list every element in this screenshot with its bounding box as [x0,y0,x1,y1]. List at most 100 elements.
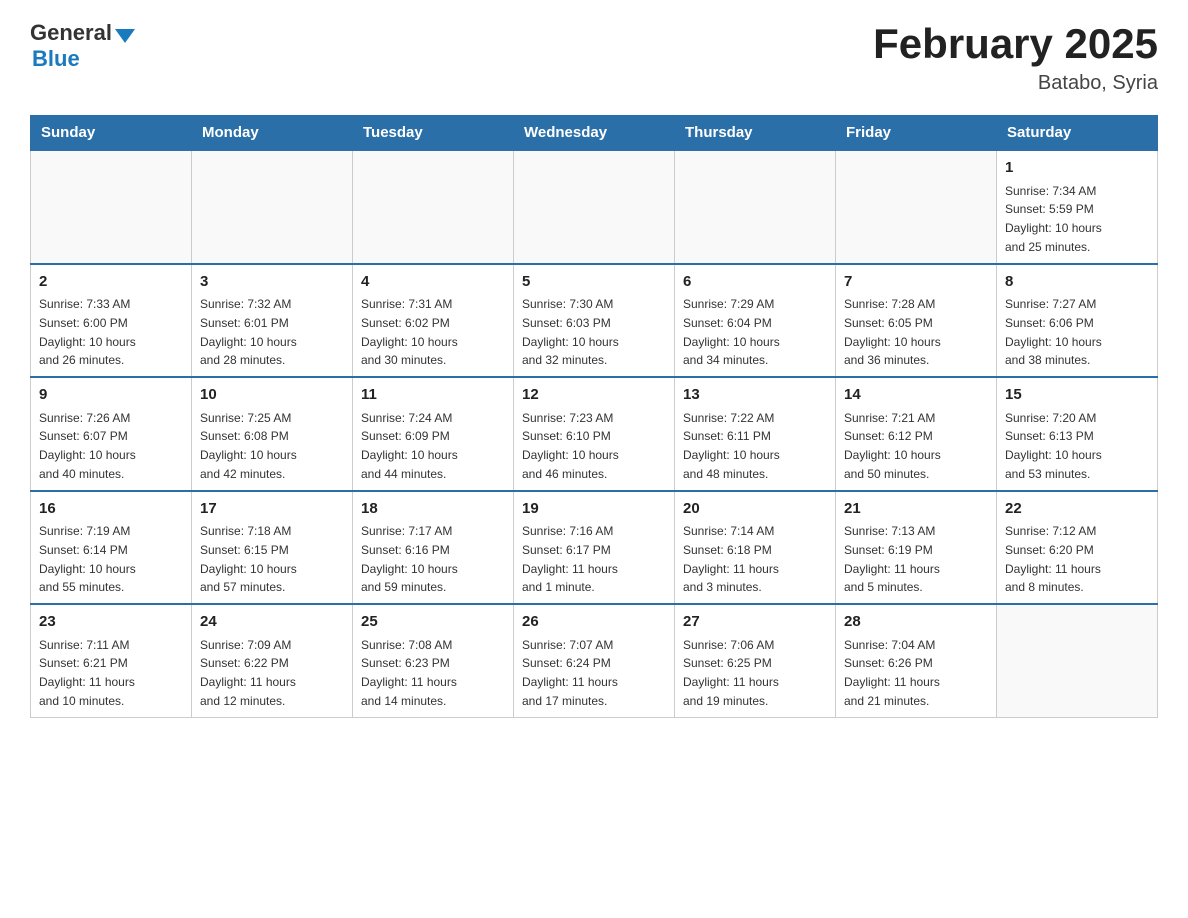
day-info: Sunrise: 7:11 AM Sunset: 6:21 PM Dayligh… [39,638,135,708]
calendar-day-cell: 22Sunrise: 7:12 AM Sunset: 6:20 PM Dayli… [997,491,1158,605]
day-info: Sunrise: 7:31 AM Sunset: 6:02 PM Dayligh… [361,297,458,367]
calendar-day-cell [836,150,997,264]
day-of-week-header: Friday [836,116,997,151]
calendar-day-cell [514,150,675,264]
day-info: Sunrise: 7:16 AM Sunset: 6:17 PM Dayligh… [522,524,618,594]
logo: General Blue [30,20,135,72]
day-info: Sunrise: 7:04 AM Sunset: 6:26 PM Dayligh… [844,638,940,708]
day-number: 26 [522,611,666,634]
calendar-day-cell: 17 Sunrise: 7:18 AM Sunset: 6:15 PM Dayli… [192,491,353,605]
day-info: Sunrise: 7:09 AM Sunset: 6:22 PM Dayligh… [200,638,296,708]
calendar-table: SundayMondayTuesdayWednesdayThursdayFrid… [30,115,1158,718]
day-number: 1 [1005,157,1149,180]
day-of-week-header: Wednesday [514,116,675,151]
day-number: 18 [361,498,505,521]
day-number: 20 [683,498,827,521]
logo-blue-text: Blue [32,46,80,72]
day-of-week-header: Thursday [675,116,836,151]
day-info: Sunrise: 7:17 AM Sunset: 6:16 PM Dayligh… [361,524,458,594]
day-info: Sunrise: 7:24 AM Sunset: 6:09 PM Dayligh… [361,411,458,481]
day-number: 8 [1005,271,1149,294]
calendar-day-cell [353,150,514,264]
day-number: 11 [361,384,505,407]
calendar-subtitle: Batabo, Syria [873,72,1158,95]
calendar-day-cell: 10 Sunrise: 7:25 AM Sunset: 6:08 PM Dayli… [192,377,353,491]
day-info: Sunrise: 7:14 AM Sunset: 6:18 PM Dayligh… [683,524,779,594]
calendar-day-cell: 12Sunrise: 7:23 AM Sunset: 6:10 PM Dayli… [514,377,675,491]
calendar-week-row: 9 Sunrise: 7:26 AM Sunset: 6:07 PM Daylig… [31,377,1158,491]
day-number: 2 [39,271,183,294]
day-info: Sunrise: 7:08 AM Sunset: 6:23 PM Dayligh… [361,638,457,708]
day-number: 9 [39,384,183,407]
day-number: 7 [844,271,988,294]
day-number: 10 [200,384,344,407]
logo-triangle-icon [115,29,135,43]
day-info: Sunrise: 7:29 AM Sunset: 6:04 PM Dayligh… [683,297,780,367]
calendar-day-cell: 4Sunrise: 7:31 AM Sunset: 6:02 PM Daylig… [353,264,514,378]
calendar-day-cell: 8 Sunrise: 7:27 AM Sunset: 6:06 PM Daylig… [997,264,1158,378]
logo-general-text: General [30,20,112,46]
calendar-day-cell: 1Sunrise: 7:34 AM Sunset: 5:59 PM Daylig… [997,150,1158,264]
calendar-day-cell: 11 Sunrise: 7:24 AM Sunset: 6:09 PM Dayli… [353,377,514,491]
page-header: General Blue February 2025 Batabo, Syria [30,20,1158,95]
calendar-day-cell: 25 Sunrise: 7:08 AM Sunset: 6:23 PM Dayli… [353,604,514,717]
calendar-day-cell: 21 Sunrise: 7:13 AM Sunset: 6:19 PM Dayli… [836,491,997,605]
calendar-day-cell: 20 Sunrise: 7:14 AM Sunset: 6:18 PM Dayli… [675,491,836,605]
day-info: Sunrise: 7:06 AM Sunset: 6:25 PM Dayligh… [683,638,779,708]
day-number: 23 [39,611,183,634]
day-number: 21 [844,498,988,521]
calendar-day-cell: 18 Sunrise: 7:17 AM Sunset: 6:16 PM Dayli… [353,491,514,605]
day-number: 5 [522,271,666,294]
calendar-title: February 2025 [873,20,1158,68]
calendar-day-cell: 7 Sunrise: 7:28 AM Sunset: 6:05 PM Daylig… [836,264,997,378]
calendar-day-cell: 2 Sunrise: 7:33 AM Sunset: 6:00 PM Daylig… [31,264,192,378]
day-info: Sunrise: 7:33 AM Sunset: 6:00 PM Dayligh… [39,297,136,367]
calendar-day-cell [675,150,836,264]
calendar-day-cell: 9 Sunrise: 7:26 AM Sunset: 6:07 PM Daylig… [31,377,192,491]
day-info: Sunrise: 7:21 AM Sunset: 6:12 PM Dayligh… [844,411,941,481]
calendar-day-cell: 23 Sunrise: 7:11 AM Sunset: 6:21 PM Dayli… [31,604,192,717]
day-info: Sunrise: 7:30 AM Sunset: 6:03 PM Dayligh… [522,297,619,367]
day-number: 28 [844,611,988,634]
calendar-day-cell: 27Sunrise: 7:06 AM Sunset: 6:25 PM Dayli… [675,604,836,717]
day-info: Sunrise: 7:25 AM Sunset: 6:08 PM Dayligh… [200,411,297,481]
calendar-week-row: 16 Sunrise: 7:19 AM Sunset: 6:14 PM Dayli… [31,491,1158,605]
day-info: Sunrise: 7:07 AM Sunset: 6:24 PM Dayligh… [522,638,618,708]
day-info: Sunrise: 7:26 AM Sunset: 6:07 PM Dayligh… [39,411,136,481]
calendar-day-cell [31,150,192,264]
calendar-day-cell: 13 Sunrise: 7:22 AM Sunset: 6:11 PM Dayli… [675,377,836,491]
day-of-week-header: Tuesday [353,116,514,151]
day-number: 17 [200,498,344,521]
day-info: Sunrise: 7:32 AM Sunset: 6:01 PM Dayligh… [200,297,297,367]
day-of-week-header: Monday [192,116,353,151]
day-info: Sunrise: 7:28 AM Sunset: 6:05 PM Dayligh… [844,297,941,367]
calendar-day-cell: 26 Sunrise: 7:07 AM Sunset: 6:24 PM Dayli… [514,604,675,717]
day-info: Sunrise: 7:18 AM Sunset: 6:15 PM Dayligh… [200,524,297,594]
calendar-day-cell: 19Sunrise: 7:16 AM Sunset: 6:17 PM Dayli… [514,491,675,605]
day-info: Sunrise: 7:13 AM Sunset: 6:19 PM Dayligh… [844,524,940,594]
day-number: 14 [844,384,988,407]
calendar-day-cell: 3 Sunrise: 7:32 AM Sunset: 6:01 PM Daylig… [192,264,353,378]
day-info: Sunrise: 7:27 AM Sunset: 6:06 PM Dayligh… [1005,297,1102,367]
day-number: 15 [1005,384,1149,407]
calendar-week-row: 1Sunrise: 7:34 AM Sunset: 5:59 PM Daylig… [31,150,1158,264]
day-number: 6 [683,271,827,294]
day-number: 24 [200,611,344,634]
day-number: 25 [361,611,505,634]
day-info: Sunrise: 7:20 AM Sunset: 6:13 PM Dayligh… [1005,411,1102,481]
day-number: 3 [200,271,344,294]
calendar-day-cell: 28 Sunrise: 7:04 AM Sunset: 6:26 PM Dayli… [836,604,997,717]
calendar-day-cell: 24 Sunrise: 7:09 AM Sunset: 6:22 PM Dayli… [192,604,353,717]
calendar-day-cell [192,150,353,264]
day-number: 16 [39,498,183,521]
day-info: Sunrise: 7:23 AM Sunset: 6:10 PM Dayligh… [522,411,619,481]
day-number: 13 [683,384,827,407]
calendar-day-cell: 5 Sunrise: 7:30 AM Sunset: 6:03 PM Daylig… [514,264,675,378]
calendar-day-cell: 14 Sunrise: 7:21 AM Sunset: 6:12 PM Dayli… [836,377,997,491]
day-info: Sunrise: 7:22 AM Sunset: 6:11 PM Dayligh… [683,411,780,481]
calendar-header-row: SundayMondayTuesdayWednesdayThursdayFrid… [31,116,1158,151]
day-number: 22 [1005,498,1149,521]
day-info: Sunrise: 7:19 AM Sunset: 6:14 PM Dayligh… [39,524,136,594]
calendar-day-cell: 16 Sunrise: 7:19 AM Sunset: 6:14 PM Dayli… [31,491,192,605]
calendar-week-row: 2 Sunrise: 7:33 AM Sunset: 6:00 PM Daylig… [31,264,1158,378]
